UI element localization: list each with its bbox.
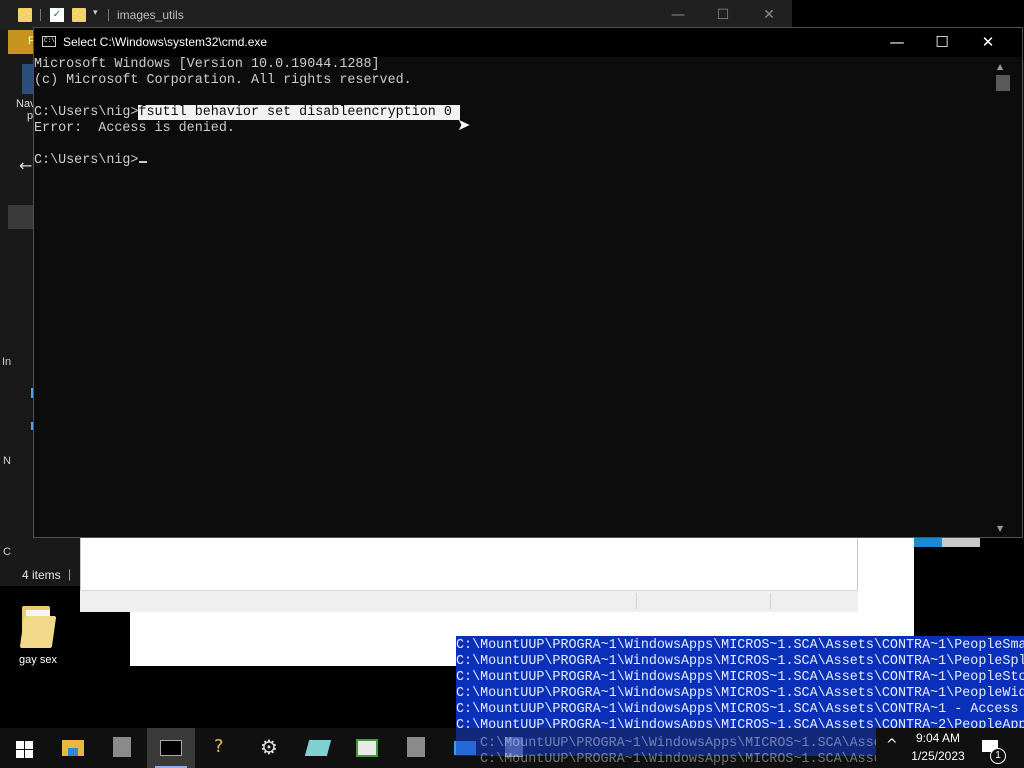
taskbar-clock-time[interactable]: 9:04 AM [912,731,964,745]
taskbar-settings[interactable]: ⚙ [245,728,293,768]
setup-app-icon [407,737,425,757]
taskbar-clock-date[interactable]: 1/25/2023 [908,749,968,763]
show-hidden-icons-chevron-icon[interactable]: ^ [886,737,898,753]
command-prompt-icon [160,740,182,756]
console-output-line: C:\MountUUP\PROGRA~1\WindowsApps\MICROS~… [456,686,1024,701]
taskbar-command-prompt[interactable] [147,728,195,768]
document-app-icon [356,739,378,757]
background-window-panel [858,536,914,600]
cmd-window-title: Select C:\Windows\system32\cmd.exe [63,35,268,49]
console-line-prompt[interactable]: C:\Users\nig> [34,153,148,169]
background-progress-fill [914,537,942,547]
file-explorer-icon-accent [68,748,78,756]
console-line-command: C:\Users\nig>fsutil behavior set disable… [34,105,460,121]
console-output-line: C:\MountUUP\PROGRA~1\WindowsApps\MICROS~… [456,638,1024,653]
customize-toolbar-chevron-icon[interactable]: ▾ [93,8,98,18]
console-output-line: C:\MountUUP\PROGRA~1\WindowsApps\MICROS~… [456,654,1024,669]
console-output-line: C:\MountUUP\PROGRA~1\WindowsApps\MICROS~… [456,702,1019,717]
explorer-titlebar[interactable]: ✓ ▾ images_utils — ☐ ✕ [0,0,792,30]
console-output-line: C:\MountUUP\PROGRA~1\WindowsApps\MICROS~… [456,670,1024,685]
taskbar-app-3[interactable]: ? [196,728,244,768]
scroll-down-arrow-icon[interactable]: ▼ [997,524,1003,533]
cmd-minimize-button[interactable]: — [874,28,920,57]
cmd-app-icon[interactable]: C:\ [42,36,56,47]
taskbar-app-7[interactable] [392,728,440,768]
setup-app-icon [113,737,131,757]
toolbar-separator [40,9,41,21]
gear-icon: ⚙ [260,735,278,759]
explorer-status-bar: 4 items | [0,562,80,586]
console-line-version: Microsoft Windows [Version 10.0.19044.12… [34,57,380,72]
explorer-minimize-button[interactable]: — [655,4,701,26]
item-count-label: 4 items [22,568,61,582]
command-prompt-window[interactable]: C:\ Select C:\Windows\system32\cmd.exe —… [33,27,1023,538]
console-output-line: C:\MountUUP\PROGRA~1\WindowsApps\MICROS~… [480,752,876,767]
console-output-line: C:\MountUUP\PROGRA~1\WindowsApps\MICROS~… [480,736,876,751]
desktop-folder-shortcut[interactable]: gay sex [14,602,62,668]
explorer-window-title: images_utils [117,8,184,22]
scrollbar-thumb[interactable] [996,75,1010,91]
taskbar: ? ⚙ C:\MountUUP\PROGRA~1\WindowsApps\MIC… [0,728,1024,768]
notification-count-badge: 1 [990,748,1006,764]
console-prompt: C:\Users\nig> [34,153,139,168]
explorer-close-button[interactable]: ✕ [746,4,792,26]
background-console-output[interactable]: C:\MountUUP\PROGRA~1\WindowsApps\MICROS~… [456,636,1024,730]
background-dialog-statusbar [80,590,858,612]
taskbar-app-5[interactable] [294,728,342,768]
cmd-titlebar[interactable]: C:\ Select C:\Windows\system32\cmd.exe —… [34,28,1022,57]
console-prompt: C:\Users\nig> [34,105,139,120]
folder-icon [18,8,32,22]
windows-logo-icon [16,741,24,749]
console-line-copyright: (c) Microsoft Corporation. All rights re… [34,73,412,88]
explorer-maximize-button[interactable]: ☐ [700,4,746,26]
console-line-error: Error: Access is denied. [34,121,235,136]
status-separator: | [68,567,72,581]
back-arrow-icon[interactable]: ← [19,156,32,175]
statusbar-divider [770,593,771,609]
text-cursor [139,161,148,163]
windows-logo-icon [25,741,33,749]
nav-item-fragment[interactable]: In [2,356,11,368]
windows-logo-icon [16,750,24,758]
cmd-close-button[interactable]: ✕ [965,28,1011,57]
folder-icon [19,616,57,648]
toolbar-separator [108,9,109,21]
nav-item-fragment[interactable]: N [3,455,11,467]
scroll-up-arrow-icon[interactable]: ▲ [997,62,1003,71]
taskbar-file-explorer[interactable] [49,728,97,768]
cmd-console-area[interactable]: Microsoft Windows [Version 10.0.19044.12… [34,57,996,537]
help-icon: ? [214,736,224,757]
properties-icon[interactable]: ✓ [50,8,64,22]
mouse-pointer-icon: ➤ [457,115,471,134]
start-button[interactable] [0,728,48,768]
background-console-overflow: C:\MountUUP\PROGRA~1\WindowsApps\MICROS~… [456,728,876,768]
taskbar-app-1[interactable] [98,728,146,768]
background-progress-track [942,537,980,547]
taskbar-app-6[interactable] [343,728,391,768]
address-bar-fragment[interactable] [8,205,34,229]
nav-item-fragment[interactable]: C [3,546,11,558]
desktop-icon-label: gay sex [19,654,57,666]
new-folder-icon[interactable] [72,8,86,22]
cube-app-icon [304,740,332,756]
windows-logo-icon [25,750,33,758]
selected-command-text[interactable]: fsutil behavior set disableencryption 0 [138,105,460,120]
cmd-maximize-button[interactable]: ☐ [919,28,965,57]
statusbar-divider [636,593,637,609]
